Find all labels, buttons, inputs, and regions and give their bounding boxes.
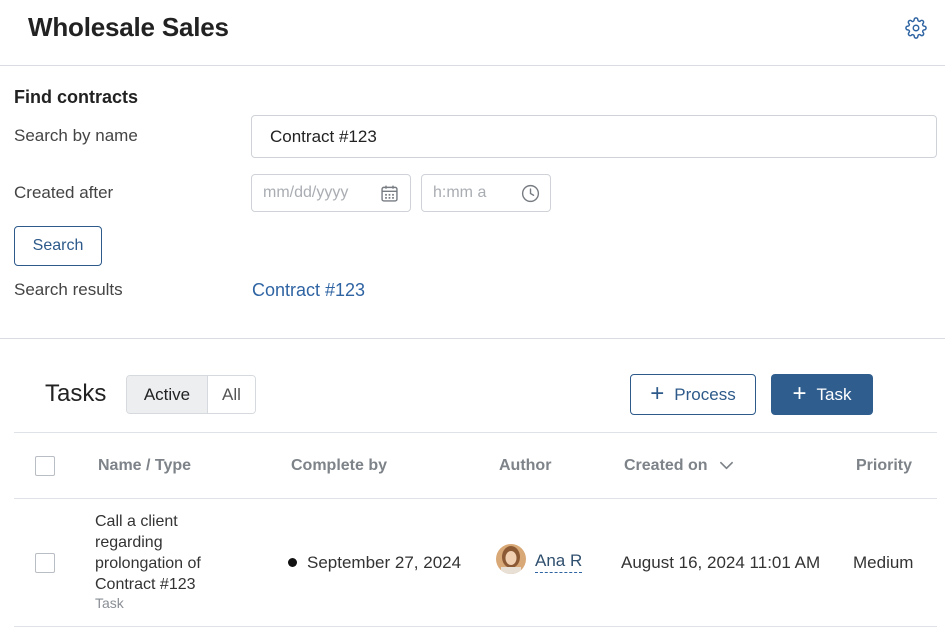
plus-icon: +	[650, 379, 665, 407]
author-link[interactable]: Ana R	[535, 550, 583, 573]
gear-icon[interactable]	[905, 17, 927, 39]
contract-name-input[interactable]	[251, 115, 937, 158]
select-all-checkbox[interactable]	[35, 456, 55, 476]
date-placeholder: mm/dd/yyyy	[263, 184, 349, 201]
task-type-label: Task	[95, 595, 124, 611]
date-input[interactable]: mm/dd/yyyy	[251, 174, 411, 212]
search-result-link[interactable]: Contract #123	[252, 280, 365, 301]
column-header-created-on[interactable]: Created on	[624, 457, 708, 475]
page-title: Wholesale Sales	[28, 12, 229, 42]
header-bar: Wholesale Sales	[0, 0, 945, 66]
task-name-link[interactable]: Call a client regarding prolongation of …	[95, 511, 235, 595]
time-input[interactable]: h:mm a	[421, 174, 551, 212]
priority-value: Medium	[853, 553, 914, 572]
header-row-border	[14, 498, 937, 499]
chevron-down-icon[interactable]	[719, 459, 734, 472]
calendar-icon[interactable]	[379, 183, 400, 204]
row-checkbox[interactable]	[35, 553, 55, 573]
table-top-border	[14, 432, 937, 433]
add-process-button[interactable]: + Process	[630, 374, 756, 415]
task-filter-toggle: Active All	[126, 375, 256, 414]
time-placeholder: h:mm a	[433, 184, 487, 201]
created-after-label: Created after	[14, 183, 114, 202]
tasks-title: Tasks	[45, 380, 107, 407]
complete-by-value: September 27, 2024	[307, 553, 462, 572]
status-dot	[288, 558, 297, 567]
clock-icon[interactable]	[520, 183, 541, 204]
process-button-label: Process	[674, 384, 736, 404]
plus-icon: +	[792, 379, 807, 407]
row-bottom-border	[14, 626, 937, 627]
column-header-complete-by[interactable]: Complete by	[291, 457, 387, 475]
search-results-label: Search results	[14, 280, 123, 299]
filter-all-tab[interactable]: All	[207, 376, 255, 413]
column-header-priority[interactable]: Priority	[856, 457, 912, 475]
find-contracts-title: Find contracts	[14, 87, 139, 107]
task-button-label: Task	[816, 384, 852, 404]
section-divider	[0, 338, 945, 339]
column-header-name-type[interactable]: Name / Type	[98, 457, 191, 475]
column-header-author[interactable]: Author	[499, 457, 551, 475]
search-by-name-label: Search by name	[14, 126, 138, 145]
filter-active-tab[interactable]: Active	[127, 376, 207, 413]
created-on-value: August 16, 2024 11:01 AM	[621, 553, 821, 572]
avatar[interactable]	[496, 544, 526, 574]
add-task-button[interactable]: + Task	[771, 374, 873, 415]
search-button[interactable]: Search	[14, 226, 102, 266]
